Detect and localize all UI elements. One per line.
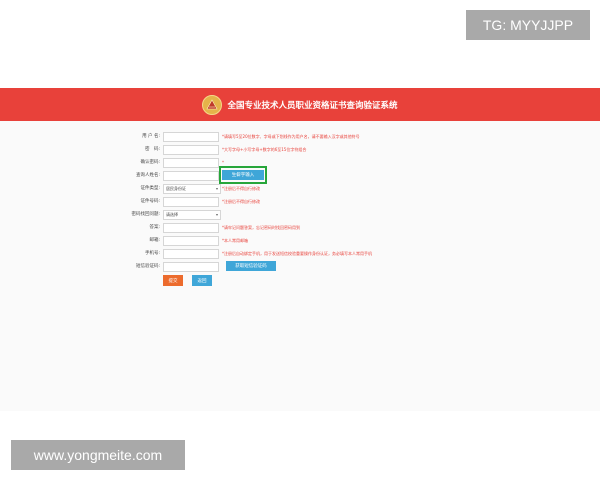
form-row-phone: 手机号: *注册后自动绑定手机，用于发送短信校验重要操作身份认证，务必填写本人常…	[0, 248, 600, 259]
username-input[interactable]	[163, 132, 219, 142]
password-input[interactable]	[163, 145, 219, 155]
field-label: 短信验证码:	[135, 264, 160, 269]
field-label: 证件类型:	[140, 186, 160, 191]
name-input[interactable]	[163, 171, 219, 181]
field-label: 答案:	[149, 225, 160, 230]
watermark-bottom: www.yongmeite.com	[11, 440, 185, 470]
field-label: 确认密码:	[140, 160, 160, 165]
field-hint: *请填写5至20位数字、字母或下划线作为用户名，请不要输入汉字或其他符号	[222, 134, 360, 139]
field-label: 查询人姓名:	[135, 173, 160, 178]
form-row-id-type: 证件类型: 居民身份证 ▾ *注册后不得自行修改	[0, 183, 600, 194]
field-hint: *请牢记问题答案，忘记密码时找回密码用到	[222, 225, 300, 230]
field-label: 用 户 名:	[142, 134, 160, 139]
sms-code-input[interactable]	[163, 262, 219, 272]
answer-input[interactable]	[163, 223, 219, 233]
id-type-select[interactable]: 居民身份证 ▾	[163, 184, 221, 194]
form-row-password: 密 码: *大写字母+小写字母+数字的6至15位字符组合	[0, 144, 600, 155]
submit-button[interactable]: 提交	[163, 275, 183, 286]
field-label: 证件号码:	[140, 199, 160, 204]
field-hint: *注册后不得自行修改	[222, 199, 260, 204]
select-value: 居民身份证	[166, 186, 186, 191]
page-title: 全国专业技术人员职业资格证书查询验证系统	[227, 100, 398, 111]
phone-input[interactable]	[163, 249, 219, 259]
security-question-select[interactable]: 请选择 ▾	[163, 210, 221, 220]
registration-form: 用 户 名: *请填写5至20位数字、字母或下划线作为用户名，请不要输入汉字或其…	[0, 121, 600, 411]
back-button[interactable]: 返回	[192, 275, 212, 286]
chevron-down-icon: ▾	[215, 186, 218, 191]
form-row-id-number: 证件号码: *注册后不得自行修改	[0, 196, 600, 207]
watermark-top: TG: MYYJJPP	[466, 10, 590, 40]
form-row-email: 邮箱: *本人常用邮箱	[0, 235, 600, 246]
email-input[interactable]	[163, 236, 219, 246]
field-hint: *注册后不得自行修改	[222, 186, 260, 191]
field-hint: *本人常用邮箱	[222, 238, 248, 243]
field-label: 邮箱:	[149, 238, 160, 243]
emblem-icon	[202, 94, 223, 115]
form-row-name: 查询人姓名: 生僻字输入	[0, 166, 600, 184]
id-number-input[interactable]	[163, 197, 219, 207]
form-row-sms-code: 短信验证码: 获取短信验证码	[0, 261, 600, 272]
field-hint: *注册后自动绑定手机，用于发送短信校验重要操作身份认证，务必填写本人常用手机	[222, 251, 372, 256]
form-row-confirm-password: 确认密码: *	[0, 157, 600, 168]
confirm-password-input[interactable]	[163, 158, 219, 168]
field-hint: *大写字母+小写字母+数字的6至15位字符组合	[222, 147, 307, 152]
chevron-down-icon: ▾	[215, 212, 218, 217]
rare-char-input-button[interactable]: 生僻字输入	[222, 170, 264, 180]
field-label: 密 码:	[144, 147, 160, 152]
field-label: 手机号:	[144, 251, 160, 256]
field-label: 密码找回问题:	[131, 212, 160, 217]
select-value: 请选择	[166, 212, 178, 217]
form-row-security-question: 密码找回问题: 请选择 ▾	[0, 209, 600, 220]
form-row-answer: 答案: *请牢记问题答案，忘记密码时找回密码用到	[0, 222, 600, 233]
get-sms-code-button[interactable]: 获取短信验证码	[226, 261, 276, 271]
form-row-username: 用 户 名: *请填写5至20位数字、字母或下划线作为用户名，请不要输入汉字或其…	[0, 131, 600, 142]
header-banner: 全国专业技术人员职业资格证书查询验证系统	[0, 88, 600, 121]
